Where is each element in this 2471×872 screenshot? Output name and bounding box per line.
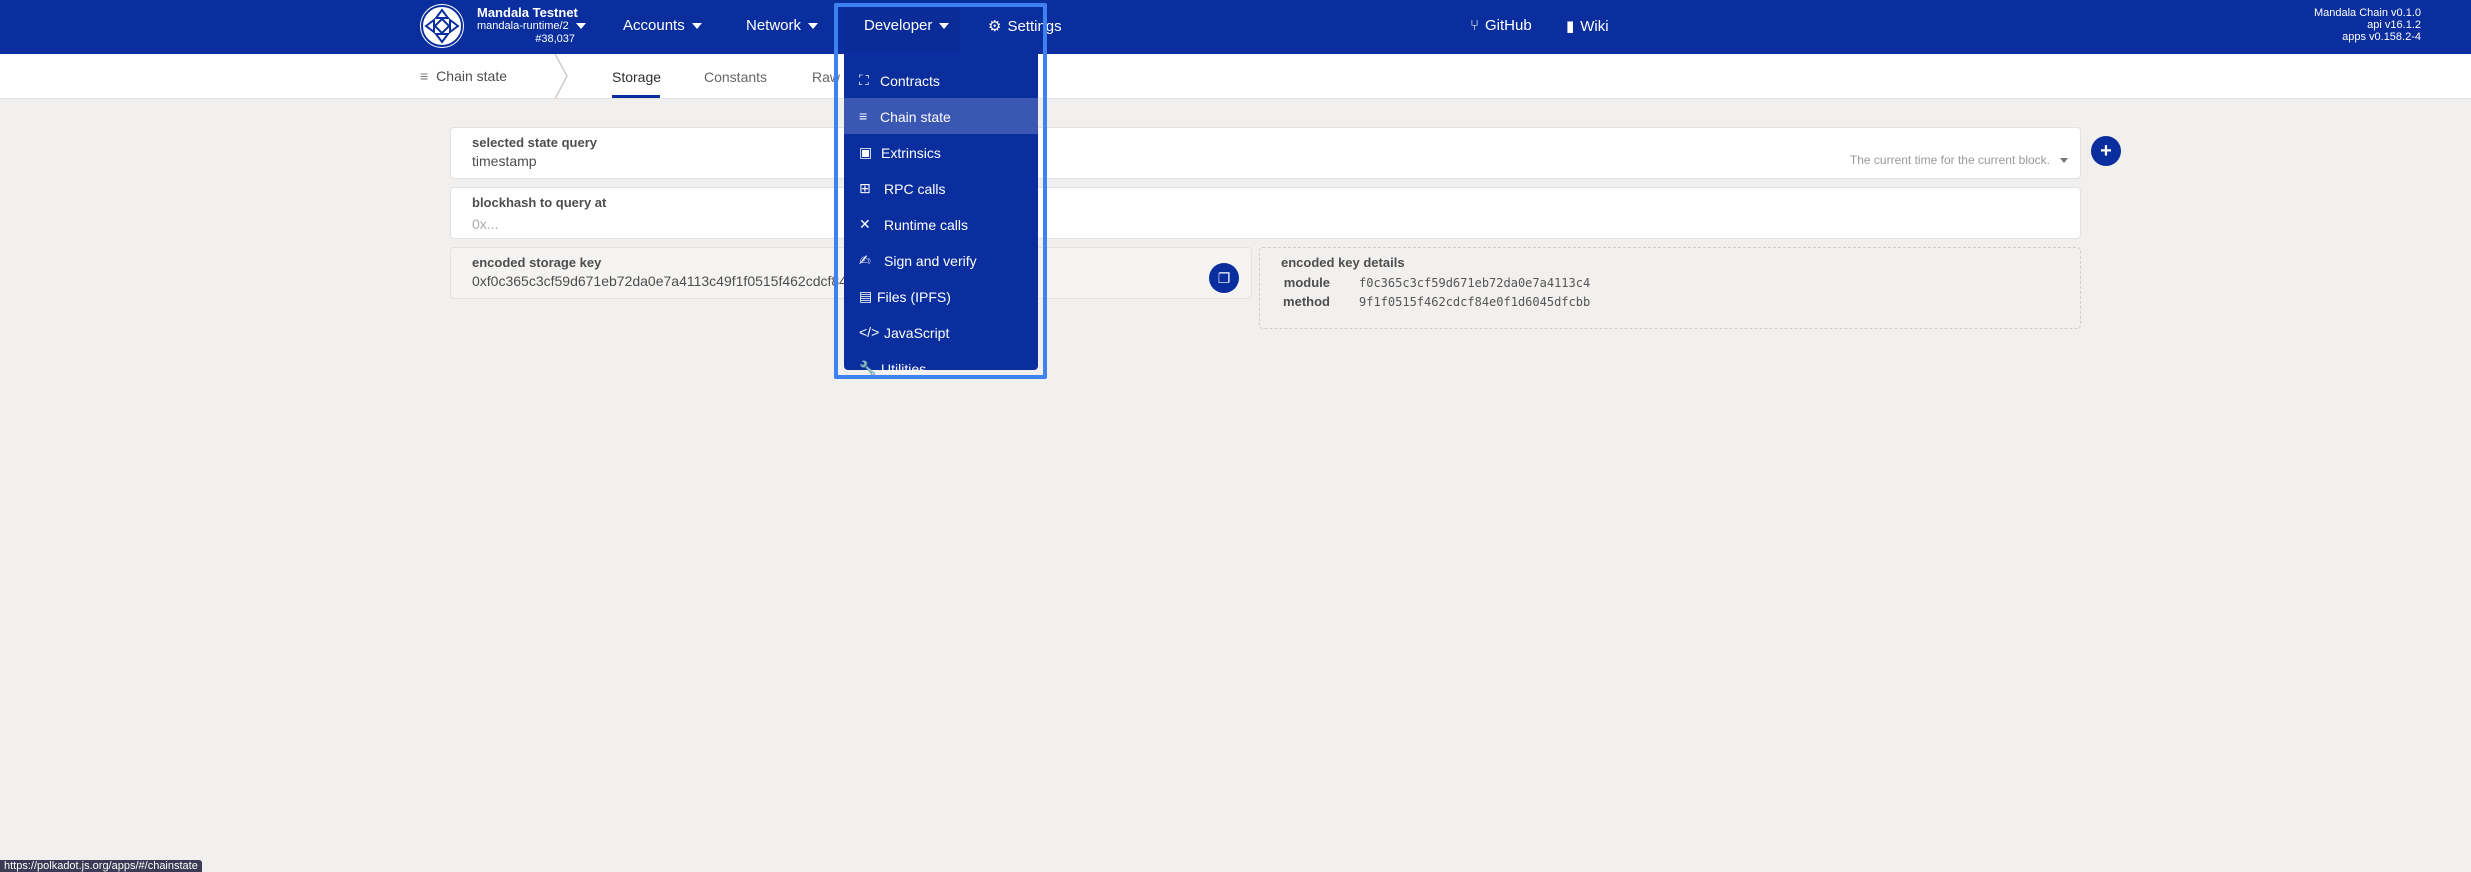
- chevron-down-icon: [939, 23, 950, 30]
- network-menu-label: Network: [746, 17, 802, 34]
- arrows-icon: ✕: [859, 216, 871, 232]
- tab-constants[interactable]: Constants: [704, 69, 767, 85]
- module-value: f0c365c3cf59d671eb72da0e7a4113c4: [1359, 276, 1591, 290]
- add-query-button[interactable]: +: [2091, 136, 2121, 166]
- menu-item-contracts-label: Contracts: [880, 73, 940, 89]
- blockhash-field[interactable]: blockhash to query at 0x...: [450, 187, 2081, 239]
- wrench-icon: 🔧: [859, 360, 877, 376]
- blockhash-label: blockhash to query at: [472, 195, 607, 210]
- developer-menu-label: Developer: [864, 17, 933, 34]
- chevron-down-icon: [808, 23, 819, 30]
- state-query-hint: The current time for the current block.: [1849, 153, 2050, 167]
- signature-icon: ✍: [859, 252, 871, 268]
- encoded-storage-key-label: encoded storage key: [472, 255, 602, 270]
- blockhash-input[interactable]: 0x...: [472, 216, 498, 232]
- menu-item-rpc-calls-label: RPC calls: [884, 181, 946, 197]
- developer-menu[interactable]: Developer: [864, 17, 950, 34]
- method-value: 9f1f0515f462cdcf84e0f1d6045dfcbb: [1359, 295, 1591, 309]
- chevron-down-icon: [2060, 158, 2068, 163]
- menu-item-rpc-calls[interactable]: ⊞ RPC calls: [844, 170, 1038, 206]
- sub-navigation-bar: ≡Chain state Storage Constants Raw stora…: [0, 54, 2471, 99]
- top-navigation-bar: Mandala Testnet mandala-runtime/2 #38,03…: [0, 0, 2471, 54]
- menu-item-sign-and-verify-label: Sign and verify: [884, 253, 977, 269]
- file-icon: ▤: [859, 288, 873, 304]
- menu-item-utilities[interactable]: 🔧 Utilities: [844, 350, 1038, 386]
- version-info: Mandala Chain v0.1.0 api v16.1.2 apps v0…: [2314, 7, 2421, 43]
- copy-button[interactable]: ❐: [1209, 263, 1239, 293]
- menu-item-extrinsics-label: Extrinsics: [881, 145, 941, 161]
- database-icon: ≡: [420, 68, 429, 84]
- network-menu[interactable]: Network: [746, 17, 819, 34]
- settings-icon: ⚙: [988, 18, 1002, 35]
- copy-icon: ❐: [1217, 270, 1231, 286]
- developer-dropdown-menu: ⛶ Contracts ≡ Chain state ▣ Extrinsics ⊞…: [844, 52, 1038, 377]
- status-url-tooltip: https://polkadot.js.org/apps/#/chainstat…: [0, 860, 202, 872]
- breadcrumb-chevron-icon: [554, 54, 568, 99]
- menu-item-runtime-calls[interactable]: ✕ Runtime calls: [844, 206, 1038, 242]
- menu-item-files-ipfs-label: Files (IPFS): [877, 289, 951, 305]
- menu-item-files-ipfs[interactable]: ▤ Files (IPFS): [844, 278, 1038, 314]
- module-label: module: [1283, 275, 1330, 290]
- chain-name[interactable]: Mandala Testnet: [477, 5, 578, 20]
- tab-storage[interactable]: Storage: [612, 69, 661, 85]
- active-tab-indicator: [612, 95, 660, 98]
- book-icon: ▮: [1566, 18, 1575, 35]
- method-label: method: [1283, 294, 1330, 309]
- menu-item-chain-state[interactable]: ≡ Chain state: [844, 98, 1038, 134]
- menu-item-runtime-calls-label: Runtime calls: [884, 217, 969, 233]
- state-query-selector[interactable]: selected state query timestamp The curre…: [450, 127, 2081, 179]
- chevron-down-icon: [691, 23, 702, 30]
- database-icon: ≡: [859, 108, 868, 124]
- section-title: ≡ Chain state: [420, 68, 507, 84]
- accounts-menu-label: Accounts: [623, 17, 685, 34]
- encoded-key-details-panel: encoded key details module f0c365c3cf59d…: [1259, 247, 2081, 329]
- encoded-key-details-label: encoded key details: [1281, 255, 1405, 270]
- code-icon: </>: [859, 324, 880, 340]
- chevron-down-icon: [575, 23, 586, 30]
- wiki-link[interactable]: ▮ Wiki: [1566, 17, 1609, 35]
- chain-runtime-selector[interactable]: mandala-runtime/2: [477, 20, 586, 32]
- chain-version: Mandala Chain v0.1.0: [2313, 7, 2421, 19]
- block-number: #38,037: [535, 33, 575, 45]
- git-branch-icon: ⑂: [1470, 17, 1480, 34]
- chain-logo-icon[interactable]: [420, 4, 464, 48]
- menu-item-utilities-label: Utilities: [881, 361, 927, 377]
- contracts-icon: ⛶: [859, 72, 869, 88]
- settings-menu[interactable]: ⚙ Settings: [988, 17, 1062, 35]
- api-version: api v16.1.2: [2367, 19, 2421, 31]
- state-query-label: selected state query: [472, 135, 598, 150]
- wiki-link-label: Wiki: [1580, 18, 1609, 35]
- menu-item-javascript-label: JavaScript: [884, 325, 950, 341]
- inbox-icon: ▣: [859, 144, 873, 160]
- github-link[interactable]: ⑂ GitHub: [1470, 17, 1532, 34]
- github-link-label: GitHub: [1485, 17, 1532, 34]
- settings-menu-label: Settings: [1007, 18, 1062, 35]
- menu-item-javascript[interactable]: </> JavaScript: [844, 314, 1038, 350]
- network-icon: ⊞: [859, 180, 871, 196]
- section-title-label: Chain state: [436, 68, 507, 84]
- encoded-storage-key-value: 0xf0c365c3cf59d671eb72da0e7a4113c49f1f05…: [472, 273, 852, 289]
- runtime-label: mandala-runtime/2: [477, 20, 569, 32]
- apps-version: apps v0.158.2-4: [2342, 31, 2421, 43]
- menu-item-sign-and-verify[interactable]: ✍ Sign and verify: [844, 242, 1038, 278]
- menu-item-chain-state-label: Chain state: [880, 109, 951, 125]
- state-query-value: timestamp: [472, 153, 537, 169]
- menu-item-extrinsics[interactable]: ▣ Extrinsics: [844, 134, 1038, 170]
- accounts-menu[interactable]: Accounts: [623, 17, 702, 34]
- plus-icon: +: [2100, 140, 2112, 162]
- menu-item-contracts[interactable]: ⛶ Contracts: [844, 62, 1038, 98]
